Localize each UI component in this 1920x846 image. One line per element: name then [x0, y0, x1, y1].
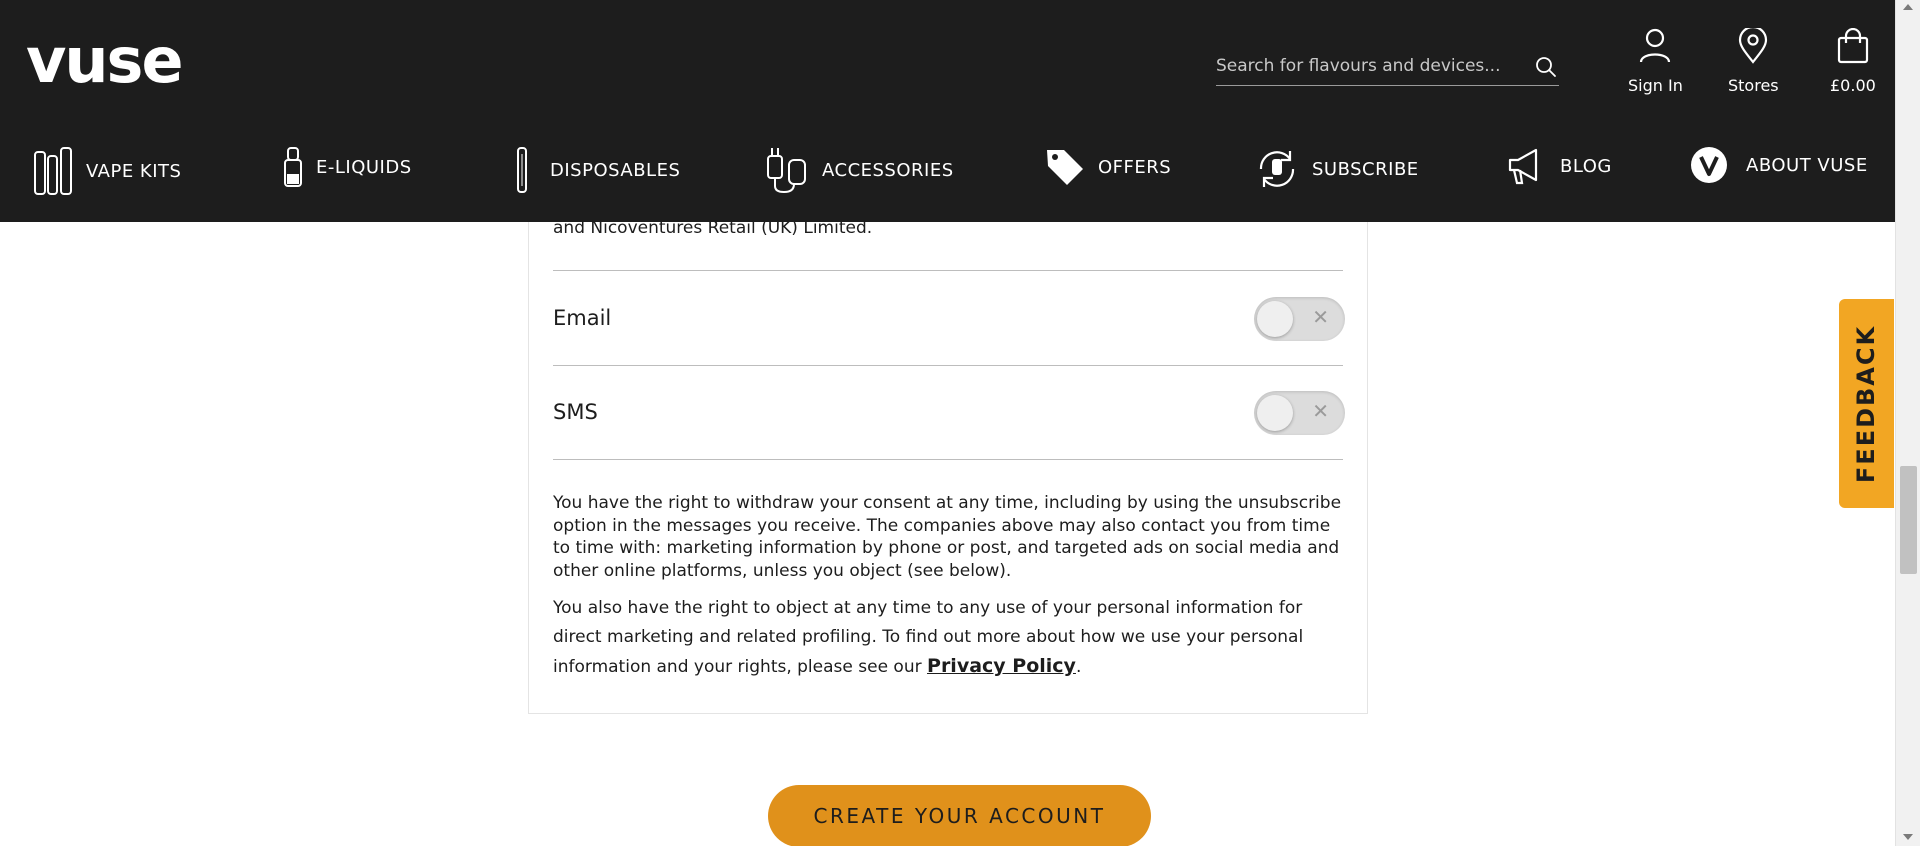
cart-total: £0.00	[1830, 76, 1876, 95]
nav-item-about-vuse[interactable]: ABOUT VUSE	[1690, 146, 1868, 184]
divider	[553, 365, 1343, 366]
privacy-policy-link[interactable]: Privacy Policy	[927, 655, 1076, 677]
megaphone-icon	[1506, 146, 1542, 186]
close-icon: ✕	[1312, 399, 1329, 423]
object-rights-text: You also have the right to object at any…	[553, 594, 1348, 682]
sign-in-label: Sign In	[1628, 76, 1683, 95]
sms-consent-toggle[interactable]: ✕	[1254, 391, 1345, 435]
location-pin-icon	[1737, 25, 1769, 68]
page: vuse Sign In Stores £0.00	[0, 0, 1920, 846]
nav-label-e-liquids: E-LIQUIDS	[316, 156, 412, 178]
nav-label-subscribe: SUBSCRIBE	[1312, 158, 1419, 180]
stores-label: Stores	[1728, 76, 1779, 95]
toggle-knob	[1257, 395, 1293, 431]
charger-cable-icon	[764, 146, 810, 194]
email-consent-toggle[interactable]: ✕	[1254, 297, 1345, 341]
sms-consent-label: SMS	[553, 400, 598, 424]
toggle-knob	[1257, 301, 1293, 337]
feedback-label: FEEDBACK	[1852, 324, 1881, 483]
search-icon[interactable]	[1533, 54, 1559, 80]
withdraw-consent-text: You have the right to withdraw your cons…	[553, 493, 1342, 581]
sign-in-link[interactable]: Sign In	[1628, 28, 1683, 95]
nav-item-offers[interactable]: OFFERS	[1044, 146, 1171, 188]
search-input[interactable]	[1216, 55, 1533, 78]
scrollbar-thumb[interactable]	[1900, 466, 1917, 574]
scroll-up-arrow-icon[interactable]	[1903, 4, 1913, 10]
vuse-v-logo-icon	[1690, 146, 1728, 184]
nav-label-blog: BLOG	[1560, 155, 1612, 177]
nav-label-about-vuse: ABOUT VUSE	[1746, 154, 1868, 176]
vuse-logo[interactable]: vuse	[26, 30, 184, 92]
nav-label-vape-kits: VAPE KITS	[86, 160, 182, 182]
nav-item-accessories[interactable]: ACCESSORIES	[764, 146, 954, 194]
stores-link[interactable]: Stores	[1728, 25, 1779, 95]
vape-kits-icon	[32, 146, 74, 196]
email-consent-label: Email	[553, 306, 612, 330]
divider	[553, 270, 1343, 271]
scroll-down-arrow-icon[interactable]	[1903, 834, 1913, 840]
create-account-button[interactable]: CREATE YOUR ACCOUNT	[768, 785, 1151, 846]
user-icon	[1638, 28, 1672, 68]
site-header: vuse Sign In Stores £0.00	[0, 0, 1895, 222]
e-liquid-pod-icon	[282, 146, 304, 188]
price-tag-icon	[1044, 146, 1086, 188]
cart-link[interactable]: £0.00	[1830, 27, 1876, 95]
main-nav: VAPE KITS E-LIQUIDS DISPOSABLES ACCESSOR…	[0, 140, 1895, 198]
nav-item-subscribe[interactable]: SUBSCRIBE	[1254, 146, 1419, 192]
shopping-bag-icon	[1836, 27, 1870, 68]
nav-item-blog[interactable]: BLOG	[1506, 146, 1612, 186]
feedback-tab[interactable]: FEEDBACK	[1839, 299, 1894, 508]
search-bar	[1216, 48, 1559, 86]
nav-label-disposables: DISPOSABLES	[550, 159, 681, 181]
nav-item-e-liquids[interactable]: E-LIQUIDS	[282, 146, 412, 188]
privacy-suffix: .	[1075, 657, 1082, 677]
page-scrollbar[interactable]	[1895, 0, 1920, 846]
nav-item-disposables[interactable]: DISPOSABLES	[516, 146, 680, 194]
close-icon: ✕	[1312, 305, 1329, 329]
nav-item-vape-kits[interactable]: VAPE KITS	[32, 146, 181, 196]
disposable-vape-icon	[516, 146, 528, 194]
nav-label-accessories: ACCESSORIES	[822, 159, 954, 181]
subscription-refresh-icon	[1254, 146, 1300, 192]
nav-label-offers: OFFERS	[1098, 156, 1172, 178]
divider	[553, 459, 1343, 460]
